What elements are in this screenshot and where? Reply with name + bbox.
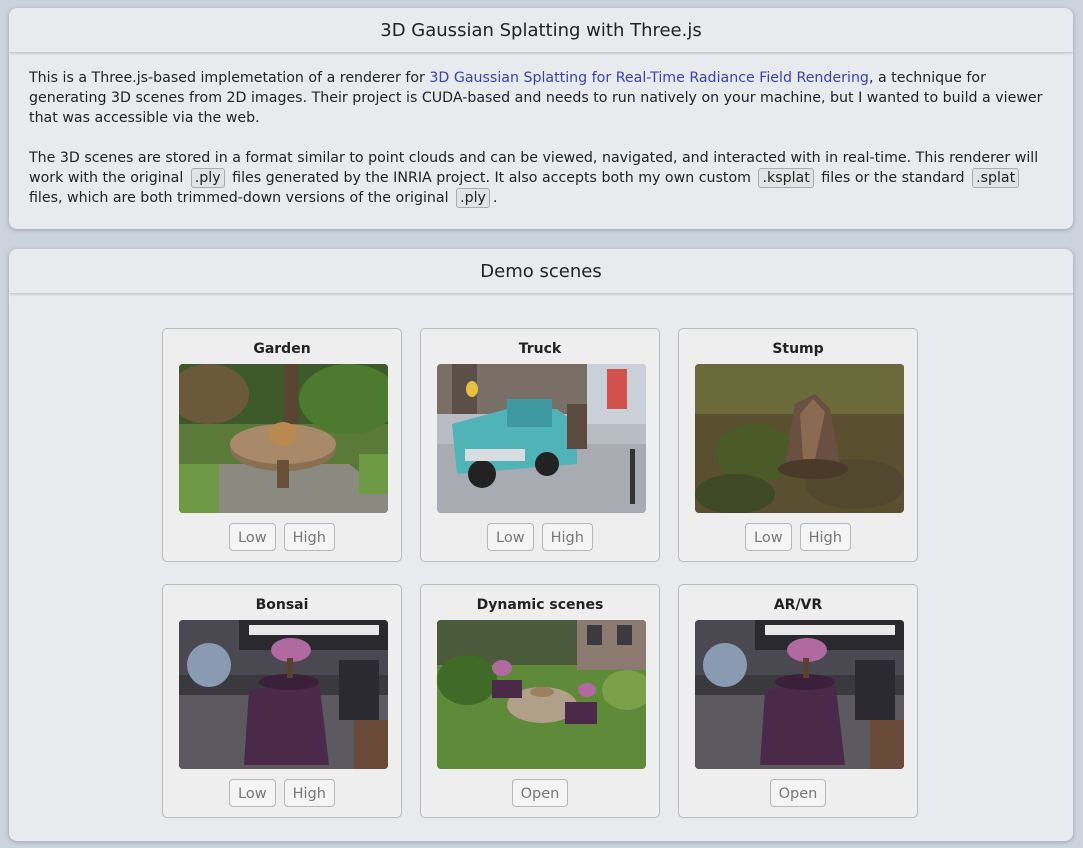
code-ply: .ply	[190, 168, 225, 188]
high-quality-button[interactable]: High	[283, 779, 335, 807]
intro-p2-end: .	[492, 190, 498, 206]
high-quality-button[interactable]: High	[283, 523, 335, 551]
scene-title: Dynamic scenes	[476, 597, 604, 613]
high-quality-button[interactable]: High	[799, 523, 851, 551]
code-splat: .splat	[972, 168, 1020, 188]
code-ply-2: .ply	[456, 188, 490, 208]
intro-text: This is a Three.js-based implemetation o…	[9, 53, 1073, 208]
low-quality-button[interactable]: Low	[229, 523, 276, 551]
scene-title: Garden	[253, 341, 311, 357]
intro-paragraph-2: The 3D scenes are stored in a format sim…	[29, 148, 1053, 208]
intro-p1-text: This is a Three.js-based implemetation o…	[29, 70, 430, 86]
intro-header: 3D Gaussian Splatting with Three.js	[9, 8, 1073, 53]
button-row: Low High	[679, 523, 917, 551]
scene-title: AR/VR	[773, 597, 823, 613]
demos-title: Demo scenes	[480, 260, 602, 282]
paper-link[interactable]: 3D Gaussian Splatting for Real-Time Radi…	[429, 70, 869, 86]
scene-card-bonsai: Bonsai Low High	[162, 584, 402, 818]
button-row: Open	[679, 779, 917, 807]
bonsai-thumbnail[interactable]	[179, 620, 388, 769]
button-row: Low High	[163, 523, 401, 551]
intro-paragraph-1: This is a Three.js-based implemetation o…	[29, 68, 1053, 128]
scene-title: Truck	[518, 341, 562, 357]
scene-card-arvr: AR/VR Open	[678, 584, 918, 818]
button-row: Open	[421, 779, 659, 807]
scene-title: Stump	[772, 341, 824, 357]
open-button[interactable]: Open	[769, 779, 827, 807]
code-ksplat: .ksplat	[758, 168, 814, 188]
intro-p2-text-d: files, which are both trimmed-down versi…	[29, 190, 454, 206]
scene-card-truck: Truck Low High	[420, 328, 660, 562]
intro-p2-text-b: files generated by the INRIA project. It…	[227, 170, 756, 186]
intro-panel: 3D Gaussian Splatting with Three.js This…	[9, 8, 1073, 229]
scene-card-stump: Stump Low High	[678, 328, 918, 562]
scene-card-garden: Garden Low High	[162, 328, 402, 562]
garden-thumbnail[interactable]	[179, 364, 388, 513]
truck-thumbnail[interactable]	[437, 364, 646, 513]
button-row: Low High	[421, 523, 659, 551]
page-title: 3D Gaussian Splatting with Three.js	[380, 19, 702, 41]
low-quality-button[interactable]: Low	[487, 523, 534, 551]
scene-card-dynamic: Dynamic scenes Open	[420, 584, 660, 818]
stump-thumbnail[interactable]	[695, 364, 904, 513]
high-quality-button[interactable]: High	[541, 523, 593, 551]
arvr-thumbnail[interactable]	[695, 620, 904, 769]
demos-header: Demo scenes	[9, 249, 1073, 294]
scene-title: Bonsai	[255, 597, 309, 613]
button-row: Low High	[163, 779, 401, 807]
open-button[interactable]: Open	[511, 779, 569, 807]
dynamic-scenes-thumbnail[interactable]	[437, 620, 646, 769]
low-quality-button[interactable]: Low	[745, 523, 792, 551]
low-quality-button[interactable]: Low	[229, 779, 276, 807]
demo-scenes-panel: Demo scenes Garden Low High Truck Low Hi…	[9, 249, 1073, 841]
intro-p2-text-c: files or the standard	[816, 170, 970, 186]
